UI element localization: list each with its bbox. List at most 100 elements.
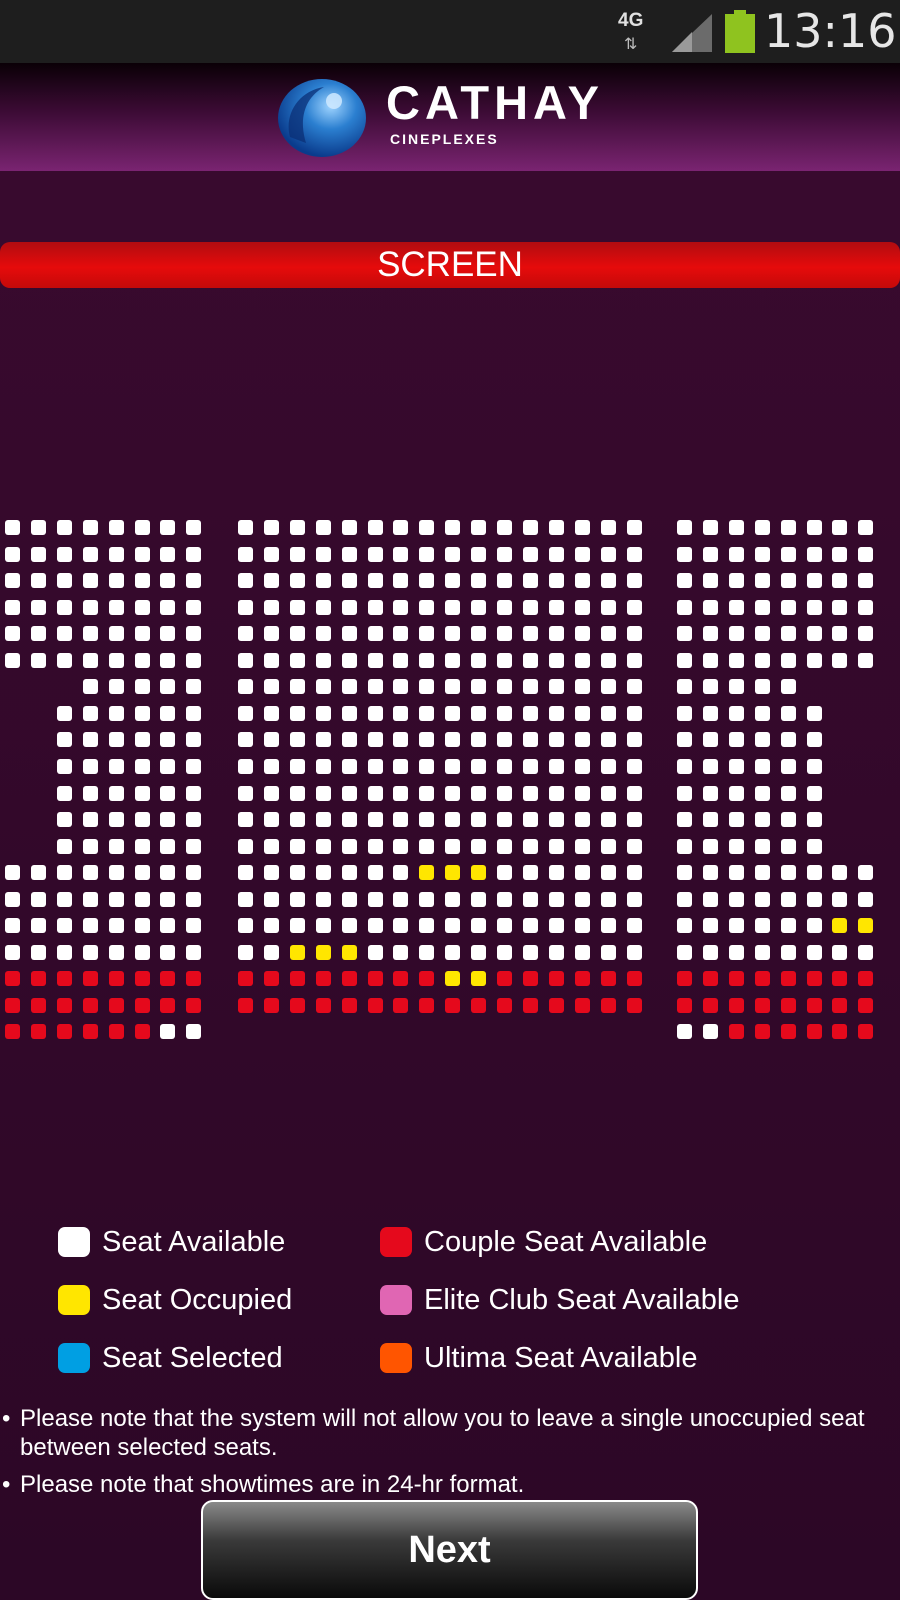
- seat-available[interactable]: [186, 1024, 201, 1039]
- seat-available[interactable]: [858, 573, 873, 588]
- seat-available[interactable]: [160, 945, 175, 960]
- seat-available[interactable]: [419, 892, 434, 907]
- seat-available[interactable]: [445, 732, 460, 747]
- seat-available[interactable]: [135, 786, 150, 801]
- seat-available[interactable]: [109, 759, 124, 774]
- seat-available[interactable]: [832, 945, 847, 960]
- seat-available[interactable]: [601, 786, 616, 801]
- seat-available[interactable]: [419, 839, 434, 854]
- seat-available[interactable]: [471, 786, 486, 801]
- couple-seat-available[interactable]: [729, 1024, 744, 1039]
- seat-available[interactable]: [755, 732, 770, 747]
- seat-available[interactable]: [160, 892, 175, 907]
- seat-available[interactable]: [5, 547, 20, 562]
- couple-seat-available[interactable]: [238, 998, 253, 1013]
- seat-available[interactable]: [290, 786, 305, 801]
- seat-available[interactable]: [601, 653, 616, 668]
- seat-available[interactable]: [677, 653, 692, 668]
- seat-available[interactable]: [83, 706, 98, 721]
- seat-available[interactable]: [807, 759, 822, 774]
- couple-seat-available[interactable]: [601, 998, 616, 1013]
- seat-available[interactable]: [677, 520, 692, 535]
- seat-available[interactable]: [601, 812, 616, 827]
- seat-available[interactable]: [342, 706, 357, 721]
- couple-seat-available[interactable]: [135, 971, 150, 986]
- seat-available[interactable]: [238, 839, 253, 854]
- seat-available[interactable]: [419, 679, 434, 694]
- couple-seat-available[interactable]: [186, 998, 201, 1013]
- seat-available[interactable]: [729, 573, 744, 588]
- seat-available[interactable]: [135, 945, 150, 960]
- couple-seat-available[interactable]: [5, 1024, 20, 1039]
- seat-available[interactable]: [83, 812, 98, 827]
- couple-seat-available[interactable]: [5, 998, 20, 1013]
- seat-available[interactable]: [83, 547, 98, 562]
- seat-available[interactable]: [601, 945, 616, 960]
- seat-available[interactable]: [368, 786, 383, 801]
- seat-available[interactable]: [57, 786, 72, 801]
- seat-available[interactable]: [238, 653, 253, 668]
- seat-available[interactable]: [471, 839, 486, 854]
- seat-available[interactable]: [5, 626, 20, 641]
- couple-seat-available[interactable]: [755, 1024, 770, 1039]
- seat-available[interactable]: [264, 520, 279, 535]
- seat-available[interactable]: [290, 653, 305, 668]
- seat-available[interactable]: [497, 626, 512, 641]
- seat-available[interactable]: [497, 865, 512, 880]
- seat-available[interactable]: [419, 653, 434, 668]
- seat-available[interactable]: [290, 547, 305, 562]
- couple-seat-available[interactable]: [5, 971, 20, 986]
- seat-available[interactable]: [549, 653, 564, 668]
- couple-seat-available[interactable]: [290, 971, 305, 986]
- seat-available[interactable]: [575, 759, 590, 774]
- seat-available[interactable]: [290, 732, 305, 747]
- seat-available[interactable]: [781, 547, 796, 562]
- seat-available[interactable]: [575, 945, 590, 960]
- seat-available[interactable]: [627, 520, 642, 535]
- seat-available[interactable]: [368, 892, 383, 907]
- couple-seat-available[interactable]: [109, 998, 124, 1013]
- seat-available[interactable]: [290, 573, 305, 588]
- seat-available[interactable]: [575, 865, 590, 880]
- couple-seat-available[interactable]: [729, 971, 744, 986]
- seat-available[interactable]: [368, 679, 383, 694]
- seat-available[interactable]: [57, 600, 72, 615]
- seat-available[interactable]: [186, 732, 201, 747]
- seat-available[interactable]: [832, 865, 847, 880]
- couple-seat-available[interactable]: [342, 998, 357, 1013]
- seat-available[interactable]: [807, 547, 822, 562]
- couple-seat-available[interactable]: [264, 998, 279, 1013]
- seat-available[interactable]: [135, 573, 150, 588]
- seat-available[interactable]: [729, 839, 744, 854]
- seat-available[interactable]: [677, 918, 692, 933]
- couple-seat-available[interactable]: [83, 1024, 98, 1039]
- seat-available[interactable]: [186, 626, 201, 641]
- seat-available[interactable]: [781, 892, 796, 907]
- seat-available[interactable]: [549, 759, 564, 774]
- seat-available[interactable]: [677, 626, 692, 641]
- seat-available[interactable]: [445, 679, 460, 694]
- seat-available[interactable]: [368, 865, 383, 880]
- seat-available[interactable]: [419, 547, 434, 562]
- couple-seat-available[interactable]: [832, 971, 847, 986]
- seat-available[interactable]: [471, 547, 486, 562]
- seat-available[interactable]: [523, 786, 538, 801]
- seat-available[interactable]: [368, 600, 383, 615]
- seat-available[interactable]: [393, 892, 408, 907]
- couple-seat-available[interactable]: [160, 998, 175, 1013]
- seat-available[interactable]: [316, 653, 331, 668]
- seat-available[interactable]: [264, 600, 279, 615]
- couple-seat-available[interactable]: [264, 971, 279, 986]
- seat-available[interactable]: [703, 839, 718, 854]
- seat-available[interactable]: [186, 945, 201, 960]
- seat-available[interactable]: [549, 918, 564, 933]
- seat-available[interactable]: [5, 573, 20, 588]
- seat-available[interactable]: [342, 865, 357, 880]
- seat-available[interactable]: [781, 759, 796, 774]
- seat-available[interactable]: [264, 945, 279, 960]
- seat-available[interactable]: [755, 892, 770, 907]
- seat-available[interactable]: [186, 759, 201, 774]
- couple-seat-available[interactable]: [832, 1024, 847, 1039]
- seat-available[interactable]: [627, 732, 642, 747]
- seat-available[interactable]: [316, 892, 331, 907]
